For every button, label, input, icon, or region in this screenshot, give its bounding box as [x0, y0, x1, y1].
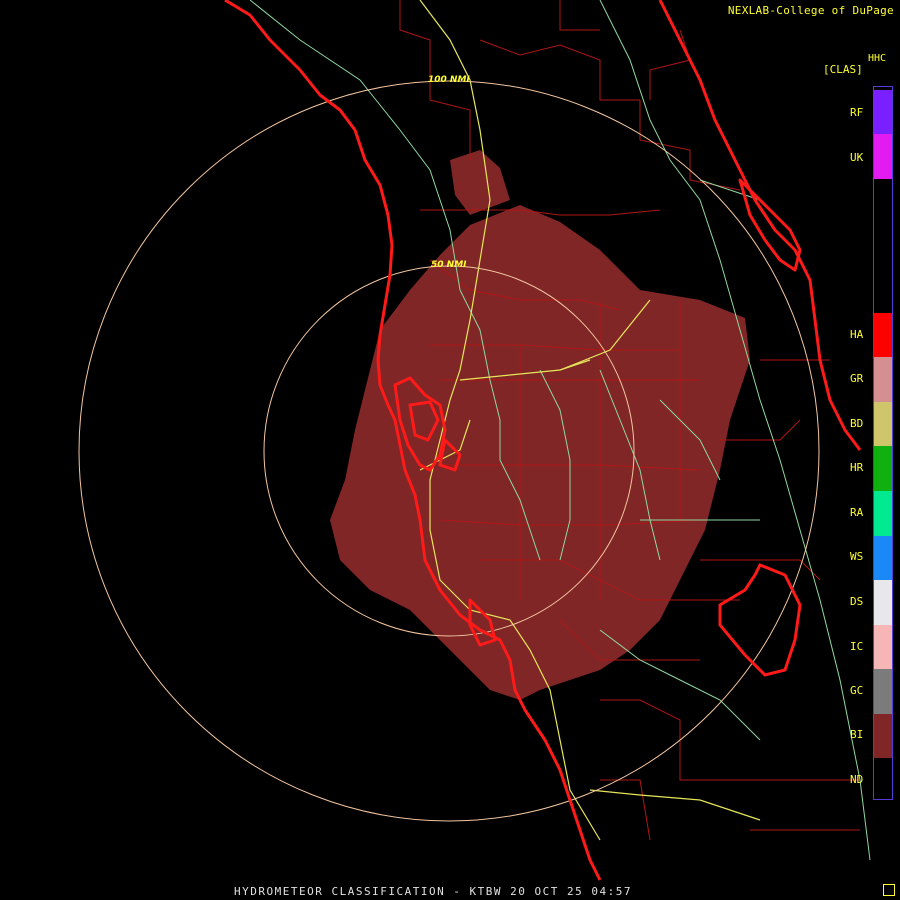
echo-region-bi	[330, 150, 750, 700]
legend-swatch-nd	[874, 758, 892, 799]
legend-label-ws: WS	[850, 550, 864, 563]
legend-swatch-bd	[874, 402, 892, 446]
legend-swatch-ic	[874, 625, 892, 669]
legend-label-ra: RA	[850, 506, 864, 519]
legend-label-gc: GC	[850, 684, 864, 697]
legend-label-ic: IC	[850, 640, 864, 653]
legend-swatch-ra	[874, 491, 892, 536]
legend-label-nd: ND	[850, 773, 864, 786]
legend-label-bi: BI	[850, 728, 864, 741]
legend-color-bar	[873, 86, 893, 800]
legend-swatch-hr	[874, 446, 892, 491]
units-label: [CLAS]	[823, 63, 863, 76]
legend-swatch-bi	[874, 714, 892, 758]
product-code-label: HHC	[868, 53, 887, 64]
legend-label-uk: UK	[850, 151, 864, 164]
range-ring-label-50: 50 NMI	[431, 260, 467, 270]
legend-label-bd: BD	[850, 417, 864, 430]
legend-label-hr: HR	[850, 461, 864, 474]
credit-label: NEXLAB-College of DuPage	[727, 4, 894, 17]
legend-swatch-gr	[874, 357, 892, 402]
legend-swatch-rf	[874, 90, 892, 134]
legend-swatch-ha	[874, 313, 892, 357]
legend-label-gr: GR	[850, 372, 864, 385]
product-title: HYDROMETEOR CLASSIFICATION - KTBW 20 OCT…	[234, 885, 633, 898]
legend-swatch-ds	[874, 580, 892, 625]
legend-label-ds: DS	[850, 595, 864, 608]
corner-marker-icon	[883, 884, 895, 896]
legend-swatch-gc	[874, 669, 892, 714]
lake-okeechobee	[718, 563, 802, 677]
range-ring-label-100: 100 NMI	[428, 75, 470, 85]
legend-label-ha: HA	[850, 328, 864, 341]
radar-map: 100 NMI 50 NMI	[78, 0, 871, 881]
legend-label-rf: RF	[850, 106, 864, 119]
legend-swatch-ws	[874, 536, 892, 580]
legend-swatch-uk	[874, 134, 892, 179]
